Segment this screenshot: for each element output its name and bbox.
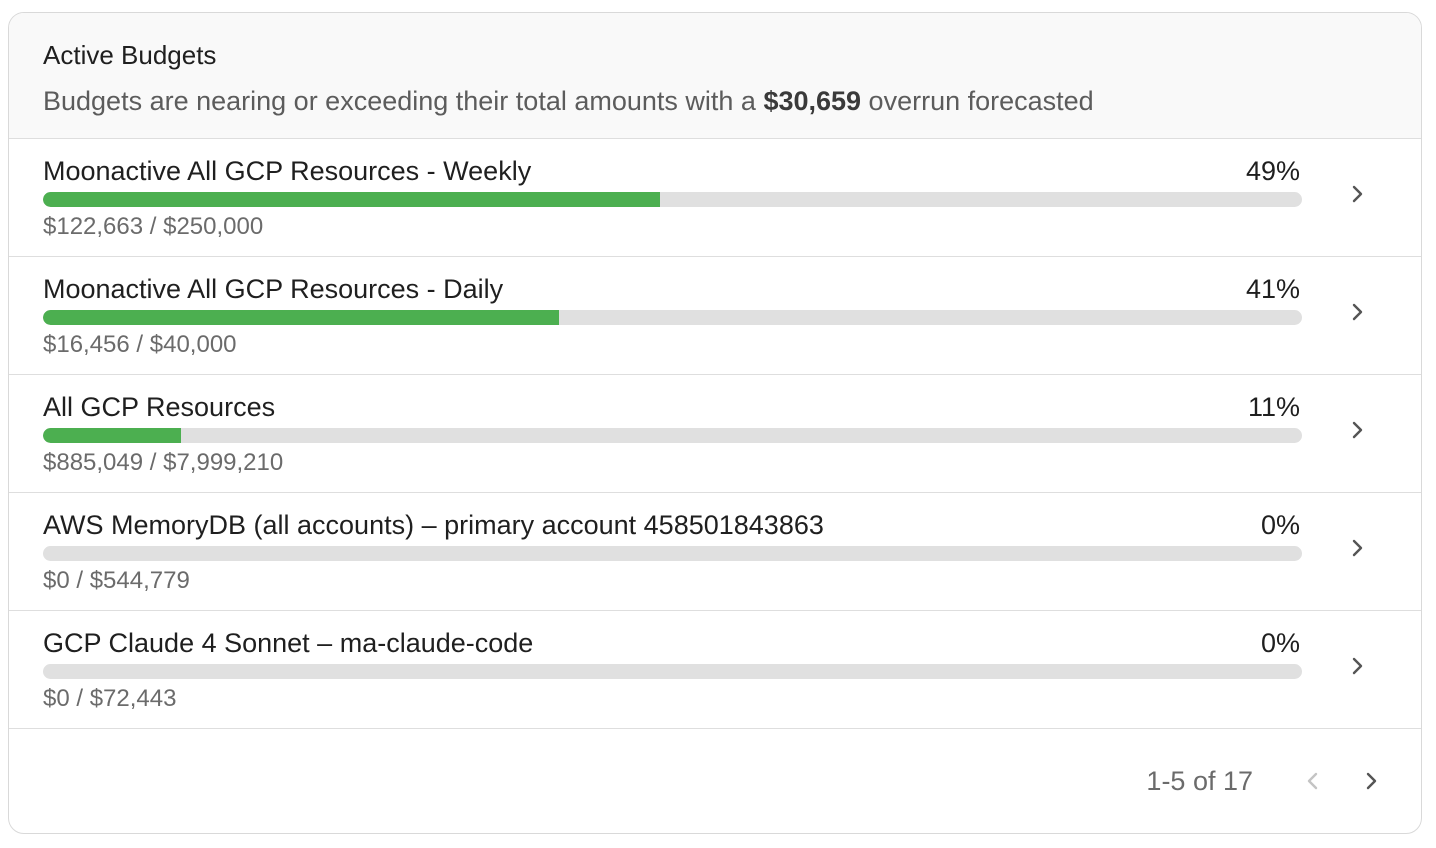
subtitle-prefix: Budgets are nearing or exceeding their t… bbox=[43, 86, 764, 116]
budget-name: Moonactive All GCP Resources - Daily bbox=[43, 274, 504, 304]
budget-row[interactable]: Moonactive All GCP Resources - Weekly 49… bbox=[9, 139, 1421, 257]
chevron-right-icon[interactable] bbox=[1347, 301, 1369, 323]
overrun-amount: $30,659 bbox=[763, 86, 862, 116]
chevron-right-icon[interactable] bbox=[1347, 183, 1369, 205]
subtitle-suffix: overrun forecasted bbox=[861, 86, 1094, 116]
budget-percent: 0% bbox=[1260, 628, 1300, 658]
budget-progress-fill bbox=[43, 310, 560, 325]
budget-name: Moonactive All GCP Resources - Weekly bbox=[43, 156, 532, 186]
budget-row[interactable]: Moonactive All GCP Resources - Daily 41%… bbox=[9, 257, 1421, 375]
chevron-right-icon[interactable] bbox=[1357, 767, 1385, 795]
budget-name: All GCP Resources bbox=[43, 392, 276, 422]
budget-amounts: $16,456 / $40,000 bbox=[43, 331, 237, 358]
budget-progress-bar bbox=[43, 192, 1302, 207]
chevron-left-icon[interactable] bbox=[1299, 767, 1327, 795]
card-subtitle: Budgets are nearing or exceeding their t… bbox=[43, 83, 1387, 119]
budget-row[interactable]: GCP Claude 4 Sonnet – ma-claude-code 0% … bbox=[9, 611, 1421, 729]
budget-progress-bar bbox=[43, 428, 1302, 443]
chevron-right-icon[interactable] bbox=[1347, 537, 1369, 559]
budget-amounts: $885,049 / $7,999,210 bbox=[43, 449, 284, 476]
budget-name: GCP Claude 4 Sonnet – ma-claude-code bbox=[43, 628, 534, 658]
budget-amounts: $122,663 / $250,000 bbox=[43, 213, 264, 240]
budget-progress-fill bbox=[43, 192, 660, 207]
budget-progress-bar bbox=[43, 546, 1302, 561]
budget-percent: 11% bbox=[1247, 392, 1300, 422]
card-header: Active Budgets Budgets are nearing or ex… bbox=[9, 13, 1421, 139]
budget-row[interactable]: AWS MemoryDB (all accounts) – primary ac… bbox=[9, 493, 1421, 611]
budget-progress-bar bbox=[43, 664, 1302, 679]
budget-amounts: $0 / $72,443 bbox=[43, 685, 177, 712]
pagination-range: 1-5 of 17 bbox=[1146, 766, 1253, 796]
chevron-right-icon[interactable] bbox=[1347, 655, 1369, 677]
active-budgets-card: Active Budgets Budgets are nearing or ex… bbox=[8, 12, 1422, 834]
chevron-right-icon[interactable] bbox=[1347, 419, 1369, 441]
budget-row[interactable]: All GCP Resources 11% $885,049 / $7,999,… bbox=[9, 375, 1421, 493]
budget-progress-bar bbox=[43, 310, 1302, 325]
card-title: Active Budgets bbox=[43, 40, 217, 70]
budget-amounts: $0 / $544,779 bbox=[43, 567, 190, 594]
budget-percent: 49% bbox=[1245, 156, 1300, 186]
budget-name: AWS MemoryDB (all accounts) – primary ac… bbox=[43, 510, 824, 540]
budget-progress-fill bbox=[43, 428, 182, 443]
budget-percent: 41% bbox=[1245, 274, 1300, 304]
budget-percent: 0% bbox=[1260, 510, 1300, 540]
pagination-footer: 1-5 of 17 bbox=[9, 729, 1421, 833]
